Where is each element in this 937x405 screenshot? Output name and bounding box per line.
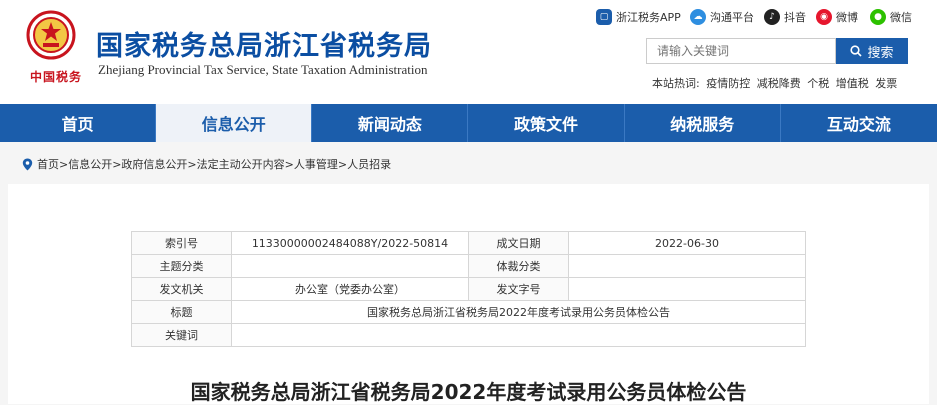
search-button[interactable]: 搜索 (836, 38, 908, 64)
social-weibo-link[interactable]: ◉ 微博 (816, 9, 858, 25)
index-label: 索引号 (131, 231, 232, 255)
tax-emblem-icon (26, 10, 76, 60)
genre-label: 体裁分类 (468, 254, 569, 278)
nav-item-interaction[interactable]: 互动交流 (781, 104, 937, 142)
social-label: 微博 (836, 11, 858, 24)
social-app-link[interactable]: ▢ 浙江税务APP (596, 9, 681, 25)
social-label: 浙江税务APP (616, 11, 681, 24)
date-label: 成文日期 (468, 231, 569, 255)
tiktok-icon: ♪ (764, 9, 780, 25)
breadcrumb-path[interactable]: 首页>信息公开>政府信息公开>法定主动公开内容>人事管理>人员招录 (37, 156, 391, 172)
keywords-value (231, 323, 806, 347)
issuer-value: 办公室（党委办公室） (231, 277, 469, 301)
nav-item-tax-service[interactable]: 纳税服务 (625, 104, 781, 142)
hot-terms-label: 本站热词: (652, 77, 700, 90)
search-button-label: 搜索 (867, 45, 894, 61)
social-platform-link[interactable]: ☁ 沟通平台 (690, 9, 754, 25)
weibo-icon: ◉ (816, 9, 832, 25)
location-pin-icon (22, 158, 33, 170)
wechat-icon: ● (870, 9, 886, 25)
nav-item-policy[interactable]: 政策文件 (468, 104, 625, 142)
search-input[interactable] (646, 38, 836, 64)
social-tiktok-link[interactable]: ♪ 抖音 (764, 9, 806, 25)
hot-term[interactable]: 发票 (875, 77, 897, 90)
social-wechat-link[interactable]: ● 微信 (870, 9, 912, 25)
search-icon (850, 45, 863, 57)
article-panel: 索引号 11330000002484088Y/2022-50814 成文日期 2… (8, 184, 929, 404)
title-value: 国家税务总局浙江省税务局2022年度考试录用公务员体检公告 (231, 300, 806, 324)
site-header: 中国税务 国家税务总局浙江省税务局 Zhejiang Provincial Ta… (0, 0, 937, 104)
genre-value (568, 254, 806, 278)
title-label: 标题 (131, 300, 232, 324)
docno-value (568, 277, 806, 301)
metadata-table: 索引号 11330000002484088Y/2022-50814 成文日期 2… (131, 231, 806, 347)
issuer-label: 发文机关 (131, 277, 232, 301)
table-row: 标题 国家税务总局浙江省税务局2022年度考试录用公务员体检公告 (131, 300, 806, 324)
hot-terms: 本站热词: 疫情防控 减税降费 个税 增值税 发票 (652, 75, 900, 91)
nav-item-info-disclosure[interactable]: 信息公开 (156, 104, 313, 142)
topic-value (231, 254, 469, 278)
breadcrumb: 首页>信息公开>政府信息公开>法定主动公开内容>人事管理>人员招录 (22, 156, 391, 172)
hot-term[interactable]: 减税降费 (757, 77, 801, 90)
cloud-icon: ☁ (690, 9, 706, 25)
main-nav: 首页 信息公开 新闻动态 政策文件 纳税服务 互动交流 (0, 104, 937, 142)
article-title: 国家税务总局浙江省税务局2022年度考试录用公务员体检公告 (190, 380, 747, 404)
social-label: 沟通平台 (710, 11, 754, 24)
topic-label: 主题分类 (131, 254, 232, 278)
social-label: 抖音 (784, 11, 806, 24)
docno-label: 发文字号 (468, 277, 569, 301)
hot-term[interactable]: 增值税 (836, 77, 869, 90)
site-subtitle: Zhejiang Provincial Tax Service, State T… (98, 62, 428, 77)
hot-term[interactable]: 个税 (807, 77, 829, 90)
app-icon: ▢ (596, 9, 612, 25)
index-value: 11330000002484088Y/2022-50814 (231, 231, 469, 255)
nav-item-home[interactable]: 首页 (0, 104, 157, 142)
social-label: 微信 (890, 11, 912, 24)
table-row: 主题分类 体裁分类 (131, 254, 806, 278)
table-row: 发文机关 办公室（党委办公室） 发文字号 (131, 277, 806, 301)
nav-item-news[interactable]: 新闻动态 (312, 104, 469, 142)
keywords-label: 关键词 (131, 323, 232, 347)
date-value: 2022-06-30 (568, 231, 806, 255)
hot-term[interactable]: 疫情防控 (706, 77, 750, 90)
slogan-logo: 中国税务 (30, 70, 83, 84)
table-row: 索引号 11330000002484088Y/2022-50814 成文日期 2… (131, 231, 806, 255)
table-row: 关键词 (131, 323, 806, 347)
site-title[interactable]: 国家税务总局浙江省税务局 (96, 24, 432, 63)
